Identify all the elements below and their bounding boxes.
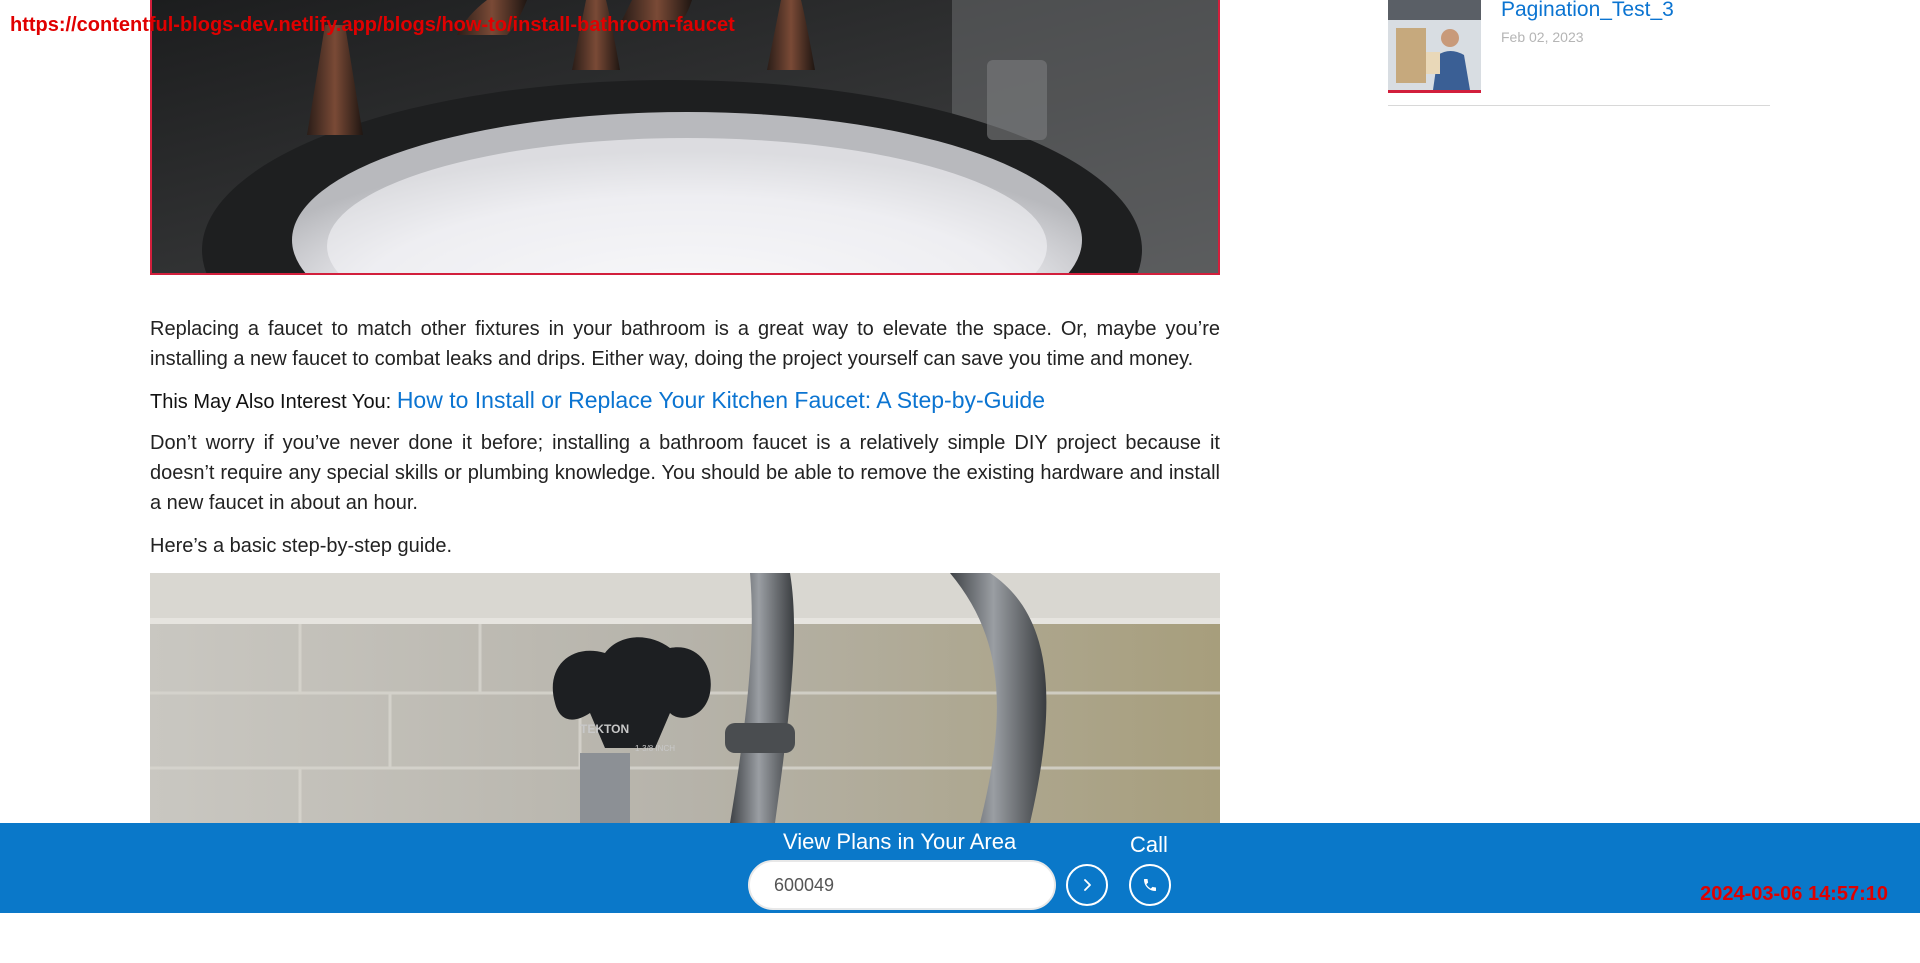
zip-code-input[interactable] [748, 860, 1056, 910]
chevron-right-icon [1084, 879, 1091, 891]
post-thumbnail[interactable] [1388, 0, 1481, 93]
post-date: Feb 02, 2023 [1501, 29, 1584, 45]
call-button[interactable] [1129, 864, 1171, 906]
view-plans-bar: View Plans in Your Area Call [0, 823, 1920, 913]
guide-intro: Here’s a basic step-by-step guide. [150, 535, 453, 557]
timestamp-overlay: 2024-03-06 14:57:10 [1700, 883, 1888, 905]
sidebar-divider [1388, 105, 1770, 106]
tool-brand-text: TEKTON [580, 722, 629, 736]
related-article-link[interactable]: How to Install or Replace Your Kitchen F… [397, 387, 1045, 413]
related-article: This May Also Interest You: How to Insta… [150, 384, 1220, 418]
submit-zip-button[interactable] [1066, 864, 1108, 906]
phone-icon [1144, 879, 1156, 891]
intro-paragraph: Replacing a faucet to match other fixtur… [150, 318, 1220, 370]
body-paragraph: Don’t worry if you’ve never done it befo… [150, 432, 1220, 514]
post-title-link[interactable]: Pagination_Test_3 [1501, 0, 1674, 22]
faucet-wrench-image: TEKTON 1-3/8 INCH [150, 573, 1220, 823]
related-label: This May Also Interest You: [150, 391, 392, 413]
view-plans-title: View Plans in Your Area [783, 829, 1017, 854]
tool-size-text: 1-3/8 INCH [635, 744, 675, 753]
url-overlay: https://contentful-blogs-dev.netlify.app… [10, 14, 735, 36]
bathroom-sink-image [150, 0, 1220, 275]
call-label: Call [1130, 832, 1168, 857]
